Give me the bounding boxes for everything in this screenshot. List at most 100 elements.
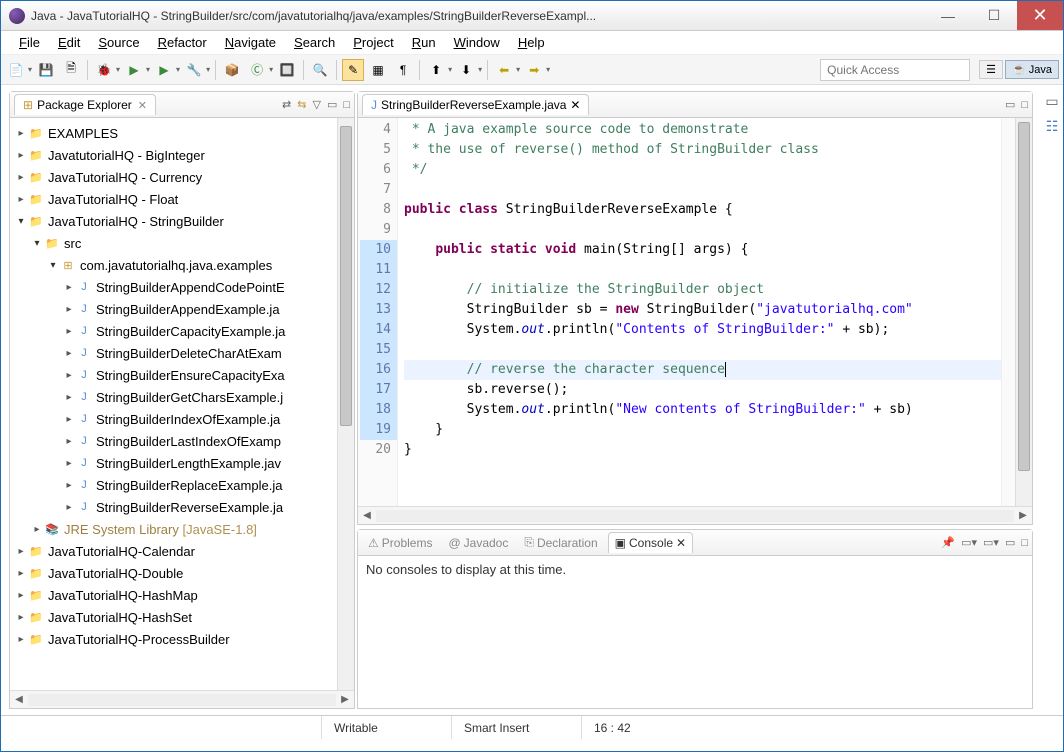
overview-ruler[interactable]: [1001, 118, 1015, 506]
tab-javadoc[interactable]: @ Javadoc: [442, 533, 514, 553]
tree-item-project[interactable]: ▸📁EXAMPLES: [10, 122, 337, 144]
tree-item-src[interactable]: ▾📁src: [10, 232, 337, 254]
close-icon[interactable]: ✕: [570, 98, 580, 112]
maximize-view-icon[interactable]: □: [343, 99, 350, 111]
editor-vscrollbar[interactable]: [1015, 118, 1032, 506]
menu-edit[interactable]: Edit: [50, 33, 88, 52]
tree-item-java-file[interactable]: ▸JStringBuilderReplaceExample.ja: [10, 474, 337, 496]
package-explorer-tree[interactable]: ▸📁EXAMPLES▸📁JavatutorialHQ - BigInteger▸…: [10, 118, 337, 690]
menu-run[interactable]: Run: [404, 33, 444, 52]
tree-item-project[interactable]: ▸📁JavatutorialHQ - BigInteger: [10, 144, 337, 166]
menu-window[interactable]: Window: [446, 33, 508, 52]
expand-arrow-icon[interactable]: ▸: [62, 480, 76, 491]
expand-arrow-icon[interactable]: ▸: [14, 546, 28, 557]
save-icon[interactable]: 💾: [35, 59, 57, 81]
tree-item-project[interactable]: ▸📁JavaTutorialHQ - Float: [10, 188, 337, 210]
search-icon[interactable]: 🔍: [309, 59, 331, 81]
tree-item-project[interactable]: ▸📁JavaTutorialHQ-Calendar: [10, 540, 337, 562]
forward-icon[interactable]: ➡: [523, 59, 545, 81]
expand-arrow-icon[interactable]: ▸: [14, 128, 28, 139]
expand-arrow-icon[interactable]: ▸: [62, 304, 76, 315]
editor-hscrollbar[interactable]: ◀▶: [358, 506, 1032, 524]
run-last-icon[interactable]: ▶: [153, 59, 175, 81]
open-perspective-button[interactable]: ☰: [979, 60, 1003, 79]
close-button[interactable]: ✕: [1017, 1, 1063, 30]
menu-navigate[interactable]: Navigate: [217, 33, 284, 52]
menu-search[interactable]: Search: [286, 33, 343, 52]
external-tools-icon[interactable]: 🔧: [183, 59, 205, 81]
tree-item-package[interactable]: ▾⊞com.javatutorialhq.java.examples: [10, 254, 337, 276]
expand-arrow-icon[interactable]: ▸: [62, 282, 76, 293]
expand-arrow-icon[interactable]: ▸: [62, 348, 76, 359]
link-editor-icon[interactable]: ⇆: [297, 98, 306, 111]
close-icon[interactable]: ✕: [138, 99, 147, 112]
menu-source[interactable]: Source: [90, 33, 147, 52]
tree-item-java-file[interactable]: ▸JStringBuilderLengthExample.jav: [10, 452, 337, 474]
tree-item-java-file[interactable]: ▸JStringBuilderCapacityExample.ja: [10, 320, 337, 342]
pin-console-icon[interactable]: 📌: [941, 536, 955, 549]
toggle-mark-icon[interactable]: ✎: [342, 59, 364, 81]
quick-access-input[interactable]: [820, 59, 970, 81]
editor-tab[interactable]: J StringBuilderReverseExample.java ✕: [362, 94, 589, 115]
menu-refactor[interactable]: Refactor: [150, 33, 215, 52]
tree-item-java-file[interactable]: ▸JStringBuilderLastIndexOfExamp: [10, 430, 337, 452]
tree-item-project[interactable]: ▸📁JavaTutorialHQ-Double: [10, 562, 337, 584]
tree-item-project[interactable]: ▸📁JavaTutorialHQ-HashMap: [10, 584, 337, 606]
minimize-button[interactable]: —: [925, 1, 971, 30]
tab-problems[interactable]: ⚠ Problems: [362, 533, 438, 553]
new-class-icon[interactable]: Ⓒ: [246, 59, 268, 81]
expand-arrow-icon[interactable]: ▸: [30, 524, 44, 535]
maximize-view-icon[interactable]: □: [1021, 537, 1028, 549]
save-all-icon[interactable]: 🗎: [60, 59, 82, 81]
expand-arrow-icon[interactable]: ▸: [14, 194, 28, 205]
open-type-icon[interactable]: 🔲: [276, 59, 298, 81]
expand-arrow-icon[interactable]: ▸: [62, 414, 76, 425]
expand-arrow-icon[interactable]: ▸: [62, 458, 76, 469]
expand-arrow-icon[interactable]: ▸: [14, 568, 28, 579]
tree-item-project[interactable]: ▸📁JavaTutorialHQ - Currency: [10, 166, 337, 188]
tree-item-java-file[interactable]: ▸JStringBuilderAppendExample.ja: [10, 298, 337, 320]
tab-console[interactable]: ▣ Console ✕: [608, 532, 693, 553]
expand-arrow-icon[interactable]: ▾: [30, 238, 44, 249]
tree-item-java-file[interactable]: ▸JStringBuilderReverseExample.ja: [10, 496, 337, 518]
new-package-icon[interactable]: 📦: [221, 59, 243, 81]
tree-item-java-file[interactable]: ▸JStringBuilderGetCharsExample.j: [10, 386, 337, 408]
view-menu-icon[interactable]: ▽: [312, 98, 320, 111]
tree-hscrollbar[interactable]: ◀▶: [10, 690, 354, 708]
toggle-block-icon[interactable]: ▦: [367, 59, 389, 81]
new-icon[interactable]: 📄: [5, 59, 27, 81]
maximize-button[interactable]: ☐: [971, 1, 1017, 30]
annotation-prev-icon[interactable]: ⬆: [425, 59, 447, 81]
expand-arrow-icon[interactable]: ▸: [14, 612, 28, 623]
expand-arrow-icon[interactable]: ▸: [62, 326, 76, 337]
menu-project[interactable]: Project: [345, 33, 401, 52]
expand-arrow-icon[interactable]: ▸: [14, 590, 28, 601]
restore-icon[interactable]: ▭: [1045, 93, 1058, 110]
debug-icon[interactable]: 🐞: [93, 59, 115, 81]
expand-arrow-icon[interactable]: ▸: [62, 370, 76, 381]
maximize-view-icon[interactable]: □: [1021, 99, 1028, 111]
tree-item-jre[interactable]: ▸📚JRE System Library [JavaSE-1.8]: [10, 518, 337, 540]
code-editor[interactable]: 4567891011121314151617181920 * A java ex…: [358, 118, 1032, 506]
java-perspective-button[interactable]: ☕Java: [1005, 60, 1059, 79]
minimize-view-icon[interactable]: ▭: [1005, 536, 1015, 549]
expand-arrow-icon[interactable]: ▾: [46, 260, 60, 271]
run-icon[interactable]: ▶: [123, 59, 145, 81]
code-area[interactable]: * A java example source code to demonstr…: [398, 118, 1001, 506]
expand-arrow-icon[interactable]: ▸: [62, 392, 76, 403]
open-console-icon[interactable]: ▭▾: [983, 536, 999, 549]
show-whitespace-icon[interactable]: ¶: [392, 59, 414, 81]
tab-declaration[interactable]: ⎘ Declaration: [518, 532, 603, 553]
minimize-view-icon[interactable]: ▭: [1005, 98, 1015, 111]
minimize-view-icon[interactable]: ▭: [327, 98, 337, 111]
back-icon[interactable]: ⬅: [493, 59, 515, 81]
annotation-next-icon[interactable]: ⬇: [455, 59, 477, 81]
tree-scrollbar[interactable]: [337, 118, 354, 690]
expand-arrow-icon[interactable]: ▸: [14, 634, 28, 645]
display-console-icon[interactable]: ▭▾: [961, 536, 977, 549]
menu-help[interactable]: Help: [510, 33, 553, 52]
tree-item-java-file[interactable]: ▸JStringBuilderEnsureCapacityExa: [10, 364, 337, 386]
expand-arrow-icon[interactable]: ▸: [14, 150, 28, 161]
tree-item-java-file[interactable]: ▸JStringBuilderAppendCodePointE: [10, 276, 337, 298]
expand-arrow-icon[interactable]: ▸: [14, 172, 28, 183]
